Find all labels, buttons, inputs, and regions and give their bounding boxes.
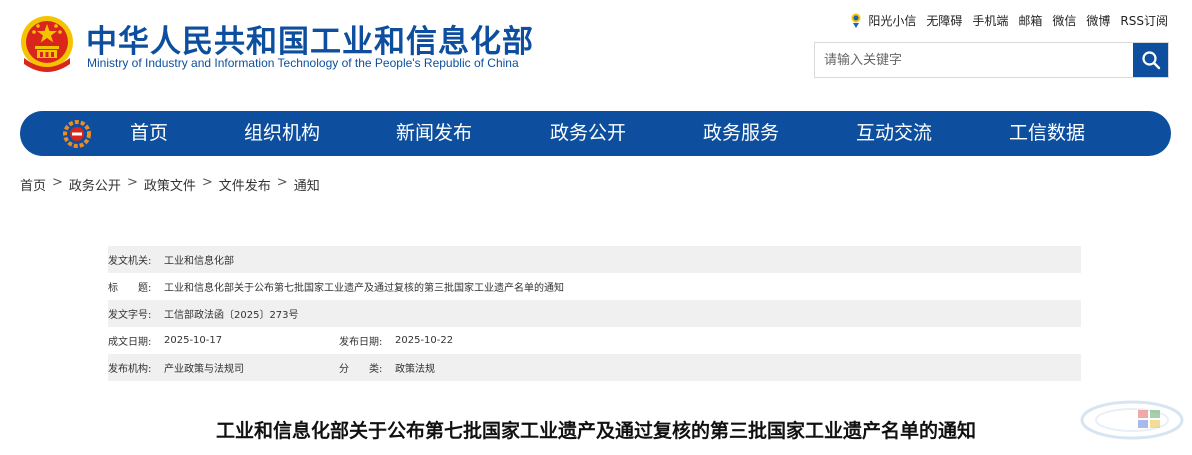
nav-interaction[interactable]: 互动交流 (856, 111, 932, 156)
meta-label: 标 题: (108, 283, 152, 294)
breadcrumb: 首页 > 政务公开 > 政策文件 > 文件发布 > 通知 (20, 175, 320, 194)
meta-label: 发布日期: (339, 337, 383, 348)
meta-label: 分 类: (339, 364, 383, 375)
meta-created-date: 2025-10-17 (164, 335, 223, 346)
top-links: 阳光小信 无障碍 手机端 邮箱 微信 微博 RSS订阅 (848, 11, 1168, 29)
meta-category: 政策法规 (395, 364, 435, 375)
search-input[interactable] (815, 43, 1133, 77)
breadcrumb-separator: > (52, 175, 63, 190)
breadcrumb-policy-documents[interactable]: 政策文件 (144, 175, 196, 194)
meta-row-org: 发布机构: 产业政策与法规司 分 类: 政策法规 (108, 354, 1081, 381)
article-title: 工业和信息化部关于公布第七批国家工业遗产及通过复核的第三批国家工业遗产名单的通知 (215, 420, 976, 442)
main-nav: 首页 组织机构 新闻发布 政务公开 政务服务 互动交流 工信数据 (20, 111, 1171, 156)
ministry-logo-icon (63, 120, 91, 148)
sunshine-mascot-icon (851, 13, 861, 28)
breadcrumb-document-release[interactable]: 文件发布 (219, 175, 271, 194)
meta-row-dates: 成文日期: 2025-10-17 发布日期: 2025-10-22 (108, 327, 1081, 354)
breadcrumb-government-affairs[interactable]: 政务公开 (69, 175, 121, 194)
meta-label: 发布机构: (108, 364, 152, 375)
nav-government-affairs[interactable]: 政务公开 (550, 111, 626, 156)
meta-label: 发文机关: (108, 256, 152, 267)
mobile-link[interactable]: 手机端 (972, 12, 1008, 29)
site-subtitle-en: Ministry of Industry and Information Tec… (87, 56, 519, 70)
watermark-logo-icon (1080, 400, 1184, 440)
meta-row-doc-no: 发文字号: 工信部政法函〔2025〕273号 (108, 300, 1081, 327)
sunshine-label: 阳光小信 (868, 13, 917, 28)
search-button[interactable] (1133, 43, 1168, 77)
mail-link[interactable]: 邮箱 (1018, 12, 1042, 29)
wechat-link[interactable]: 微信 (1052, 12, 1076, 29)
site-title: 中华人民共和国工业和信息化部 (86, 24, 534, 60)
search-box (814, 42, 1169, 78)
breadcrumb-separator: > (126, 175, 138, 190)
meta-label: 成文日期: (108, 337, 152, 348)
meta-published-date: 2025-10-22 (395, 335, 454, 346)
meta-row-issuer: 发文机关: 工业和信息化部 (108, 246, 1081, 273)
meta-label: 发文字号: (108, 310, 152, 321)
meta-title: 工业和信息化部关于公布第七批国家工业遗产及通过复核的第三批国家工业遗产名单的通知 (164, 283, 564, 294)
rss-link[interactable]: RSS订阅 (1120, 12, 1168, 29)
nav-news[interactable]: 新闻发布 (396, 111, 472, 156)
nav-home[interactable]: 首页 (130, 111, 168, 156)
meta-row-title: 标 题: 工业和信息化部关于公布第七批国家工业遗产及通过复核的第三批国家工业遗产… (108, 273, 1081, 300)
breadcrumb-separator: > (276, 175, 288, 190)
search-icon (1141, 51, 1160, 70)
document-metadata: 发文机关: 工业和信息化部 标 题: 工业和信息化部关于公布第七批国家工业遗产及… (108, 246, 1081, 381)
national-emblem-icon (21, 16, 73, 72)
meta-org: 产业政策与法规司 (164, 364, 244, 375)
nav-data[interactable]: 工信数据 (1009, 111, 1085, 156)
breadcrumb-notice[interactable]: 通知 (294, 175, 320, 194)
nav-government-services[interactable]: 政务服务 (703, 111, 779, 156)
meta-doc-no: 工信部政法函〔2025〕273号 (164, 310, 299, 321)
nav-organization[interactable]: 组织机构 (244, 111, 320, 156)
weibo-link[interactable]: 微博 (1086, 12, 1110, 29)
breadcrumb-home[interactable]: 首页 (20, 175, 46, 194)
meta-issuer: 工业和信息化部 (164, 256, 234, 267)
breadcrumb-separator: > (201, 175, 213, 190)
sunshine-link[interactable]: 阳光小信 (848, 11, 916, 29)
accessibility-link[interactable]: 无障碍 (926, 12, 962, 29)
